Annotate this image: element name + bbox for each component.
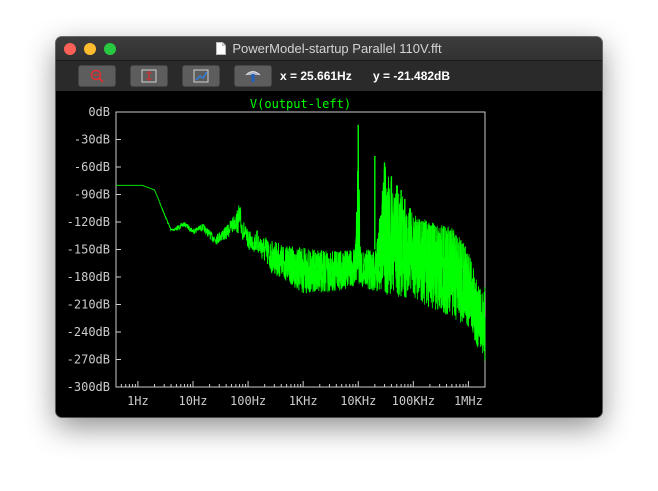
- autorange-button[interactable]: [130, 65, 168, 87]
- x-tick-label: 1MHz: [454, 394, 483, 408]
- scope-probe-icon: [245, 71, 261, 82]
- zoom-out-button[interactable]: [78, 65, 116, 87]
- fft-window: PowerModel-startup Parallel 110V.fft x =…: [56, 37, 602, 417]
- title-bar[interactable]: PowerModel-startup Parallel 110V.fft: [56, 37, 602, 61]
- x-tick-label: 10Hz: [179, 394, 208, 408]
- x-tick-label: 1KHz: [289, 394, 318, 408]
- fft-chart[interactable]: V(output-left) 0dB -30dB -60dB -90dB -120dB -1…: [56, 92, 602, 417]
- y-tick-label: -300dB: [67, 380, 110, 394]
- y-tick-label: -240dB: [67, 325, 110, 339]
- x-tick-label: 100KHz: [392, 394, 435, 408]
- probe-button[interactable]: [234, 65, 272, 87]
- plot-pane[interactable]: V(output-left) 0dB -30dB -60dB -90dB -120dB -1…: [56, 92, 602, 417]
- x-tick-label: 10KHz: [340, 394, 376, 408]
- y-tick-label: -270dB: [67, 353, 110, 367]
- zoom-reset-icon: [193, 69, 209, 83]
- autorange-icon: [141, 69, 157, 83]
- chart-title: V(output-left): [250, 97, 351, 111]
- y-tick-label: -30dB: [74, 133, 110, 147]
- cursor-y-readout: y = -21.482dB: [373, 69, 451, 83]
- x-tick-label: 100Hz: [230, 394, 266, 408]
- window-title-wrap: PowerModel-startup Parallel 110V.fft: [56, 37, 602, 60]
- y-tick-label: -60dB: [74, 160, 110, 174]
- y-tick-label: -120dB: [67, 215, 110, 229]
- y-tick-label: -90dB: [74, 188, 110, 202]
- cursor-x-readout: x = 25.661Hz: [280, 69, 352, 83]
- y-tick-label: -180dB: [67, 270, 110, 284]
- document-icon: [216, 42, 227, 55]
- x-tick-label: 1Hz: [127, 394, 149, 408]
- zoom-reset-button[interactable]: [182, 65, 220, 87]
- zoom-out-icon: [90, 69, 104, 83]
- y-tick-label: 0dB: [88, 105, 110, 119]
- window-title: PowerModel-startup Parallel 110V.fft: [232, 41, 442, 56]
- y-tick-label: -210dB: [67, 298, 110, 312]
- toolbar: x = 25.661Hz y = -21.482dB: [56, 61, 602, 91]
- y-tick-label: -150dB: [67, 243, 110, 257]
